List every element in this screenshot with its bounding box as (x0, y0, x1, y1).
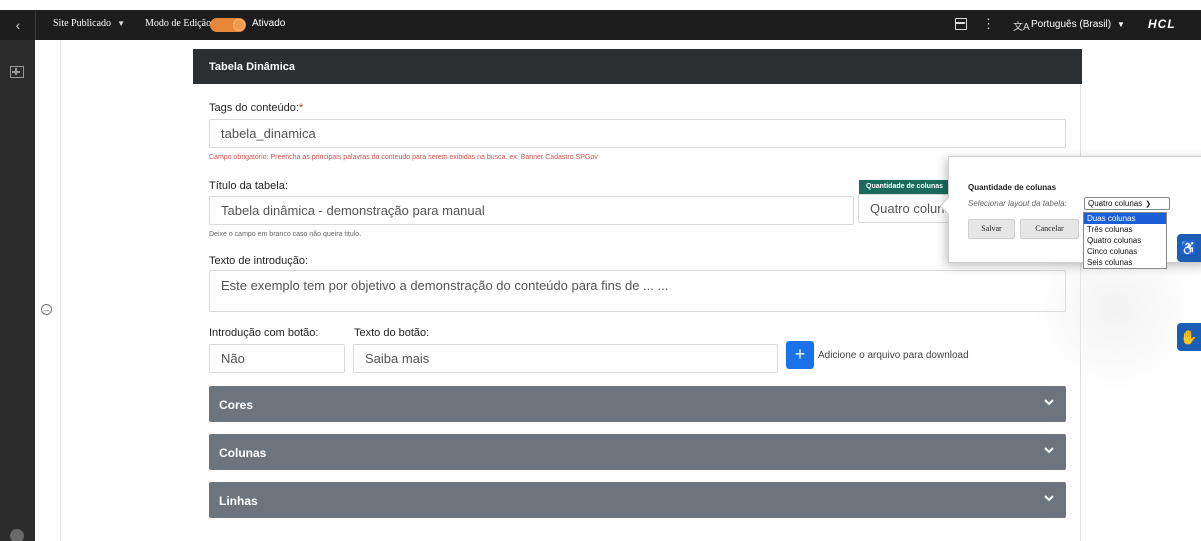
left-rail (0, 40, 35, 541)
caret-down-icon: ▼ (117, 19, 125, 28)
sign-language-icon[interactable]: ✋ (1177, 323, 1201, 351)
layout-option[interactable]: Cinco colunas (1084, 246, 1166, 257)
chevron-down-icon (1044, 495, 1054, 502)
accordion-cores[interactable]: Cores (209, 386, 1066, 422)
page-root: ‹ Site Publicado ▼ Modo de Edição: Ativad… (0, 0, 1201, 541)
column-quantity-input[interactable]: Quatro colunas (858, 194, 950, 223)
edit-mode-label: Modo de Edição: (145, 18, 214, 29)
layout-option[interactable]: Seis colunas (1084, 257, 1166, 268)
top-bar: ‹ Site Publicado ▼ Modo de Edição: Ativad… (0, 10, 1201, 40)
popup-title: Quantidade de colunas (968, 183, 1057, 192)
site-published-dropdown[interactable]: Site Publicado ▼ (53, 18, 125, 29)
tags-label: Tags do conteúdo:* (209, 102, 303, 114)
popup-subtitle: Selecionar layout da tabela: (968, 199, 1067, 208)
required-mark: * (298, 102, 304, 114)
layout-select-value: Quatro colunas (1088, 199, 1143, 208)
card-title: Tabela Dinâmica (209, 61, 295, 73)
panel-icon[interactable] (955, 18, 967, 30)
layout-option[interactable]: Quatro colunas (1084, 235, 1166, 246)
layout-option[interactable]: Duas colunas (1084, 213, 1166, 224)
help-icon[interactable] (10, 529, 24, 541)
layout-options-list: Duas colunas Três colunas Quatro colunas… (1083, 212, 1167, 269)
table-title-label: Título da tabela: (209, 180, 288, 192)
language-label: Português (Brasil) (1031, 19, 1112, 30)
tags-help-text: Campo obrigatório: Preencha as principai… (209, 154, 598, 161)
toggle-knob (233, 19, 245, 31)
accordion-linhas[interactable]: Linhas (209, 482, 1066, 518)
intro-button-select[interactable]: Não (209, 344, 345, 373)
add-component-icon[interactable] (10, 66, 24, 78)
more-vertical-icon[interactable]: ⋮ (982, 16, 995, 32)
tags-label-text: Tags do conteúdo: (209, 102, 299, 114)
column-quantity-tag: Quantidade de colunas (859, 180, 951, 194)
arrow-right-circle-icon[interactable]: → (41, 304, 52, 315)
chevron-down-icon (1044, 447, 1054, 454)
intro-textarea[interactable]: Este exemplo tem por objetivo a demonstr… (209, 270, 1066, 312)
tags-input[interactable]: tabela_dinamica (209, 119, 1066, 148)
chevron-left-icon[interactable]: ‹ (10, 17, 26, 33)
add-file-text: Adicione o arquivo para download (818, 350, 969, 361)
edit-mode-state: Ativado (252, 18, 286, 29)
accordion-title: Cores (219, 398, 254, 412)
intro-button-label: Introdução com botão: (209, 327, 319, 339)
chevron-down-icon (1044, 399, 1054, 406)
table-title-input[interactable]: Tabela dinâmica - demonstração para manu… (209, 196, 854, 225)
language-dropdown[interactable]: Português (Brasil) ▼ (1031, 19, 1125, 30)
layout-option[interactable]: Três colunas (1084, 224, 1166, 235)
add-file-button[interactable]: + (786, 341, 814, 369)
topbar-divider (35, 10, 36, 40)
table-title-help: Deixe o campo em branco caso não queira … (209, 231, 362, 238)
accessibility-icon[interactable]: ♿ (1177, 234, 1201, 262)
site-published-label: Site Publicado (53, 18, 112, 29)
button-text-label: Texto do botão: (354, 327, 430, 339)
hcl-logo: HCL (1148, 17, 1176, 31)
chevron-down-icon: ❯ (1145, 201, 1152, 208)
save-button[interactable]: Salvar (968, 219, 1015, 239)
accordion-colunas[interactable]: Colunas (209, 434, 1066, 470)
accordion-title: Colunas (219, 446, 267, 460)
caret-down-icon: ▼ (1117, 20, 1125, 29)
gutter-divider (60, 40, 61, 541)
cancel-button[interactable]: Cancelar (1020, 219, 1079, 239)
accordion-title: Linhas (219, 494, 258, 508)
card-header: Tabela Dinâmica (193, 49, 1082, 84)
edit-mode-toggle[interactable] (210, 18, 246, 32)
translate-icon: 文A (1013, 22, 1030, 33)
intro-label: Texto de introdução: (209, 255, 309, 267)
layout-select[interactable]: Quatro colunas ❯ (1084, 197, 1170, 210)
button-text-input[interactable]: Saiba mais (353, 344, 778, 373)
